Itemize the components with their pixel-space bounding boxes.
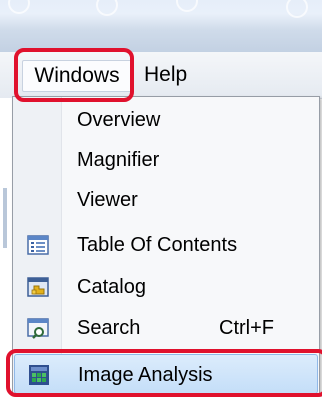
menu-item-catalog[interactable]: Catalog xyxy=(14,267,318,307)
background-ghost-shape xyxy=(8,0,30,14)
background-ghost-shape xyxy=(176,0,198,12)
menu-bar: Windows Help xyxy=(0,52,322,99)
menu-item-label: Catalog xyxy=(77,276,146,298)
menu-windows[interactable]: Windows xyxy=(22,60,132,92)
menu-item-label: Search xyxy=(77,317,141,339)
menu-help[interactable]: Help xyxy=(140,60,191,90)
catalog-icon xyxy=(26,275,50,299)
menu-item-viewer[interactable]: Viewer xyxy=(14,180,318,220)
menu-item-label: Viewer xyxy=(77,189,138,211)
menu-item-label: Overview xyxy=(77,109,161,131)
menu-item-search[interactable]: Search Ctrl+F xyxy=(14,308,318,348)
windows-dropdown-menu: Overview Magnifier Viewer Table Of Conte… xyxy=(12,96,320,395)
menu-item-label: Image Analysis xyxy=(78,364,213,386)
background-ghost-shape xyxy=(286,0,308,18)
menu-item-label: Magnifier xyxy=(77,149,160,171)
window-title-bar xyxy=(0,0,322,52)
menu-item-magnifier[interactable]: Magnifier xyxy=(14,140,318,180)
menu-item-overview[interactable]: Overview xyxy=(14,100,318,140)
table-of-contents-icon xyxy=(26,233,50,257)
search-window-icon xyxy=(26,316,50,340)
menu-item-image-analysis[interactable]: Image Analysis xyxy=(14,354,318,394)
menu-item-label: Table Of Contents xyxy=(77,234,238,256)
shortcut-label: Ctrl+F xyxy=(219,317,274,339)
left-window-edge xyxy=(0,98,12,393)
image-analysis-icon xyxy=(27,363,51,387)
background-ghost-shape xyxy=(96,0,118,16)
menu-item-table-of-contents[interactable]: Table Of Contents xyxy=(14,225,318,265)
